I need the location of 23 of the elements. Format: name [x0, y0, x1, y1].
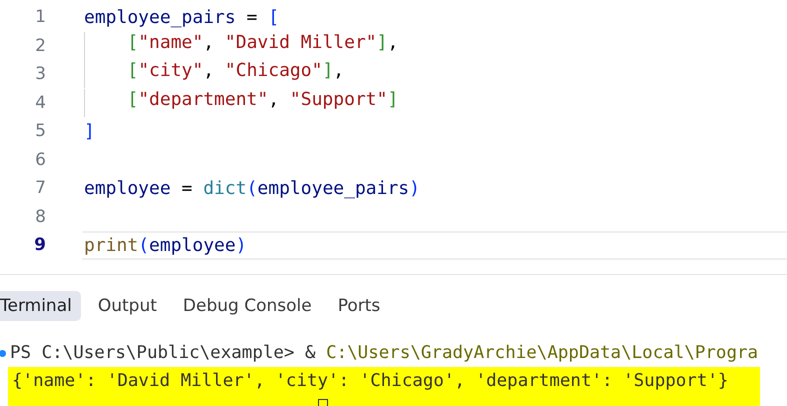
line-number: 6 — [34, 150, 46, 170]
panel-tab[interactable]: Debug Console — [174, 291, 321, 321]
code-line: ["department", "Support"] — [127, 88, 398, 112]
panel-tab[interactable]: Terminal — [0, 291, 81, 321]
line-number: 3 — [34, 64, 46, 84]
panel-tab[interactable]: Output — [88, 291, 166, 321]
code-line: print(employee) — [84, 234, 247, 256]
line-number: 8 — [34, 206, 46, 227]
terminal-output: {'name': 'David Miller', 'city': 'Chicago', 'department': 'Support'} — [12, 370, 730, 393]
panel-tab[interactable]: Ports — [328, 291, 390, 321]
line-number: 4 — [34, 92, 46, 113]
line-number: 1 — [34, 7, 46, 28]
code-line: employee = dict(employee_pairs) — [84, 178, 420, 199]
code-line: employee_pairs = [ — [84, 6, 280, 28]
line-number: 7 — [34, 178, 46, 198]
code-line: ["city", "Chicago"], — [127, 60, 344, 84]
line-number: 9 — [33, 235, 46, 256]
line-number: 2 — [34, 36, 46, 56]
status-dot-icon — [0, 350, 6, 356]
line-number: 5 — [34, 121, 46, 142]
code-line: ["name", "David Miller"], — [127, 32, 398, 55]
terminal-command-line: PS C:\Users\Public\example> & C:\Users\GradyArchie\AppData\Local\Progra — [10, 343, 758, 363]
code-line: ] — [84, 120, 95, 142]
